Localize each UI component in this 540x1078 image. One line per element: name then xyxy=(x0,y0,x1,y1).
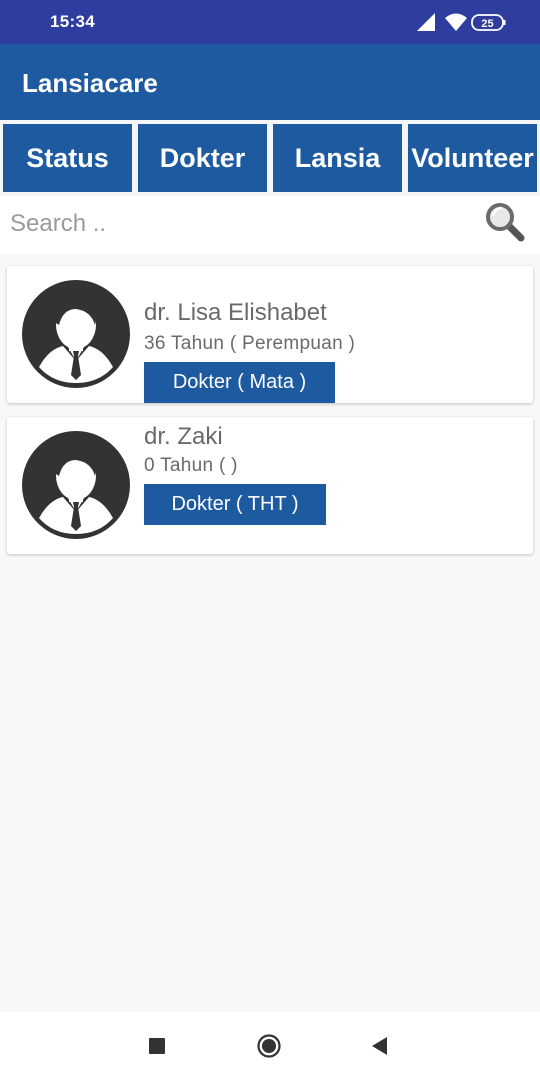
doctor-age-gender: 36 Tahun ( Perempuan ) xyxy=(144,333,356,354)
doctor-age-gender: 0 Tahun ( ) xyxy=(144,455,238,476)
battery-level: 25 xyxy=(481,18,493,30)
status-time: 15:34 xyxy=(50,12,95,31)
status-icons: 25 xyxy=(417,10,512,36)
tab-volunteer[interactable]: Volunteer xyxy=(408,124,537,192)
app-bar: Lansiacare xyxy=(0,44,540,120)
back-triangle-icon[interactable] xyxy=(368,1034,392,1058)
tab-dokter[interactable]: Dokter xyxy=(138,124,267,192)
tab-status[interactable]: Status xyxy=(3,124,132,192)
tab-bar: Status Dokter Lansia Volunteer xyxy=(0,120,540,196)
signal-icon xyxy=(417,13,435,31)
home-circle-icon[interactable] xyxy=(257,1034,281,1058)
avatar-icon xyxy=(21,430,131,540)
search-input[interactable] xyxy=(10,204,470,244)
recents-square-icon[interactable] xyxy=(145,1034,169,1058)
doctor-name: dr. Lisa Elishabet xyxy=(144,299,327,326)
doctor-specialty-badge: Dokter ( Mata ) xyxy=(144,362,335,403)
avatar-icon xyxy=(21,279,131,389)
doctor-specialty-badge: Dokter ( THT ) xyxy=(144,484,326,525)
doctor-card[interactable]: dr. Zaki 0 Tahun ( ) Dokter ( THT ) xyxy=(7,417,533,554)
search-icon[interactable] xyxy=(484,201,526,243)
doctor-name: dr. Zaki xyxy=(144,423,223,450)
battery-icon: 25 xyxy=(471,14,506,31)
doctor-card[interactable]: dr. Lisa Elishabet 36 Tahun ( Perempuan … xyxy=(7,266,533,403)
system-nav-bar xyxy=(0,1012,540,1078)
status-bar: 15:34 25 xyxy=(0,0,540,44)
search-bar xyxy=(0,196,540,254)
tab-lansia[interactable]: Lansia xyxy=(273,124,402,192)
app-title: Lansiacare xyxy=(22,68,158,98)
wifi-icon xyxy=(445,13,467,31)
